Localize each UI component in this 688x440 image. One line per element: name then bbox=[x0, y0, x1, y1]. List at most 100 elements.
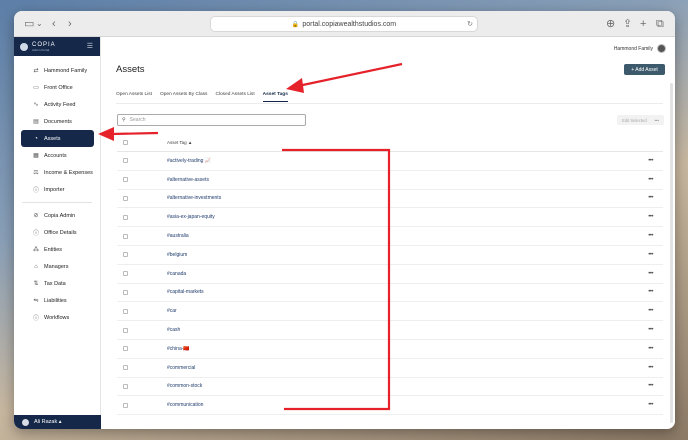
table-row[interactable]: #communication ••• bbox=[117, 396, 663, 416]
table-row[interactable]: #common-stock ••• bbox=[117, 378, 663, 397]
asset-tag-link[interactable]: #actively-trading 📈 bbox=[167, 158, 211, 164]
table-row[interactable]: #asia-ex-japan-equity ••• bbox=[117, 208, 663, 228]
row-menu-icon[interactable]: ••• bbox=[648, 214, 653, 220]
row-checkbox[interactable] bbox=[123, 233, 128, 239]
sidebar-item-importer[interactable]: ⓘ Importer bbox=[21, 181, 94, 198]
forward-icon[interactable]: › bbox=[68, 17, 72, 31]
row-menu-icon[interactable]: ••• bbox=[648, 177, 653, 183]
row-checkbox[interactable] bbox=[123, 214, 128, 220]
download-icon[interactable]: ⊕ bbox=[606, 17, 615, 31]
asset-tag-link[interactable]: #asia-ex-japan-equity bbox=[167, 214, 215, 220]
sidebar-item-workflows[interactable]: ⓘ Workflows bbox=[21, 309, 94, 326]
add-asset-button[interactable]: + Add Asset bbox=[624, 64, 665, 75]
row-menu-icon[interactable]: ••• bbox=[648, 271, 653, 277]
table-row[interactable]: #canada ••• bbox=[117, 265, 663, 284]
asset-tag-link[interactable]: #belgium bbox=[167, 252, 187, 258]
asset-tag-link[interactable]: #car bbox=[167, 308, 177, 314]
row-menu-icon[interactable]: ••• bbox=[648, 327, 653, 333]
row-checkbox[interactable] bbox=[123, 158, 128, 164]
tab-open-assets-by-class[interactable]: Open Assets By Class bbox=[160, 92, 207, 102]
table-row[interactable]: #alternative-assets ••• bbox=[117, 171, 663, 190]
row-menu-icon[interactable]: ••• bbox=[648, 233, 653, 239]
row-checkbox[interactable] bbox=[123, 402, 128, 408]
row-checkbox[interactable] bbox=[123, 383, 128, 389]
back-icon[interactable]: ‹ bbox=[52, 17, 56, 31]
row-menu-icon[interactable]: ••• bbox=[648, 346, 653, 352]
tab-open-assets-list[interactable]: Open Assets List bbox=[116, 92, 152, 102]
row-menu-icon[interactable]: ••• bbox=[648, 308, 653, 314]
chevron-down-icon[interactable]: ⌄ bbox=[36, 17, 43, 31]
more-icon[interactable]: ••• bbox=[655, 118, 659, 123]
row-menu-icon[interactable]: ••• bbox=[648, 383, 653, 389]
scrollbar[interactable] bbox=[670, 83, 673, 423]
table-row[interactable]: #actively-trading 📈 ••• bbox=[117, 152, 663, 171]
row-checkbox[interactable] bbox=[123, 327, 128, 333]
sidebar-item-assets[interactable]: ◔ Assets bbox=[21, 130, 94, 147]
sidebar-item-activity-feed[interactable]: ∿ Activity Feed bbox=[21, 96, 94, 113]
share-icon[interactable]: ⇪ bbox=[623, 17, 632, 31]
table-row[interactable]: #cash ••• bbox=[117, 321, 663, 340]
row-menu-icon[interactable]: ••• bbox=[648, 195, 653, 201]
table-row[interactable]: #australia ••• bbox=[117, 227, 663, 246]
asset-tag-link[interactable]: #cash bbox=[167, 327, 180, 333]
sidebar-item-accounts[interactable]: ▦ Accounts bbox=[21, 147, 94, 164]
row-checkbox[interactable] bbox=[123, 195, 128, 201]
table-row[interactable]: #capital-markets ••• bbox=[117, 284, 663, 303]
tab-closed-assets-list[interactable]: Closed Assets List bbox=[215, 92, 254, 102]
sidebar-item-managers[interactable]: ⌂ Managers bbox=[21, 258, 94, 275]
asset-tag-link[interactable]: #alternative-assets bbox=[167, 177, 209, 183]
select-all-checkbox[interactable] bbox=[123, 140, 128, 145]
reload-icon[interactable]: ↻ bbox=[467, 20, 473, 28]
table-row[interactable]: #belgium ••• bbox=[117, 246, 663, 265]
row-checkbox[interactable] bbox=[123, 177, 128, 183]
asset-tag-link[interactable]: #capital-markets bbox=[167, 289, 204, 295]
asset-tag-link[interactable]: #common-stock bbox=[167, 383, 202, 389]
row-menu-icon[interactable]: ••• bbox=[648, 365, 653, 371]
row-checkbox[interactable] bbox=[123, 252, 128, 258]
table-row[interactable]: #car ••• bbox=[117, 302, 663, 322]
search-icon: ⚲ bbox=[122, 117, 126, 123]
sidebar-item-copia-admin[interactable]: ⊘ Copia Admin bbox=[21, 207, 94, 224]
row-checkbox[interactable] bbox=[123, 289, 128, 295]
table-row[interactable]: #commercial ••• bbox=[117, 359, 663, 378]
row-checkbox[interactable] bbox=[123, 308, 128, 314]
asset-tag-link[interactable]: #commercial bbox=[167, 365, 195, 371]
table-row[interactable]: #alternative-investments ••• bbox=[117, 190, 663, 209]
copia-logo-icon bbox=[20, 42, 28, 51]
new-tab-icon[interactable]: + bbox=[640, 17, 646, 31]
table-row[interactable]: #china-🇨🇳 ••• bbox=[117, 340, 663, 359]
row-checkbox[interactable] bbox=[123, 346, 128, 352]
asset-tag-link[interactable]: #alternative-investments bbox=[167, 195, 221, 201]
row-menu-icon[interactable]: ••• bbox=[648, 252, 653, 258]
sidebar-item-tax-data[interactable]: ⇅ Tax Data bbox=[21, 275, 94, 292]
url-bar[interactable]: 🔒 portal.copiawealthstudios.com ↻ bbox=[210, 16, 478, 32]
sidebar-item-label: Entities bbox=[44, 246, 63, 253]
row-menu-icon[interactable]: ••• bbox=[648, 402, 653, 408]
asset-tag-link[interactable]: #china-🇨🇳 bbox=[167, 346, 190, 352]
sidebar-item-income-expenses[interactable]: ⚖ Income & Expenses bbox=[21, 164, 94, 181]
row-menu-icon[interactable]: ••• bbox=[648, 158, 653, 164]
tabs-icon[interactable]: ⧉ bbox=[656, 17, 664, 31]
sidebar-item-documents[interactable]: ▤ Documents bbox=[21, 113, 94, 130]
edit-selected-button[interactable]: Edit Selected ••• bbox=[617, 115, 664, 125]
asset-tag-link[interactable]: #communication bbox=[167, 402, 203, 408]
sidebar-item-liabilities[interactable]: ⇋ Liabilities bbox=[21, 292, 94, 309]
sidebar-item-front-office[interactable]: ▭ Front Office bbox=[21, 79, 94, 96]
user-menu[interactable]: Ali Razak ▴ bbox=[14, 415, 101, 429]
sidebar-item-entities[interactable]: ⁂ Entities bbox=[21, 241, 94, 258]
asset-tag-link[interactable]: #canada bbox=[167, 271, 186, 277]
office-icon: ▭ bbox=[33, 85, 39, 91]
asset-tag-link[interactable]: #australia bbox=[167, 233, 189, 239]
tab-asset-tags[interactable]: Asset Tags bbox=[262, 92, 288, 102]
row-menu-icon[interactable]: ••• bbox=[648, 289, 653, 295]
sidebar-item-office-details[interactable]: ⓘ Office Details bbox=[21, 224, 94, 241]
menu-collapse-icon[interactable]: ☰ bbox=[87, 42, 93, 50]
row-checkbox[interactable] bbox=[123, 365, 128, 371]
column-header-asset-tag[interactable]: Asset Tag ▲ bbox=[167, 140, 192, 145]
family-switcher[interactable]: Hammond Family bbox=[614, 44, 666, 53]
search-input[interactable]: ⚲ Search bbox=[117, 114, 306, 126]
row-checkbox[interactable] bbox=[123, 271, 128, 277]
sidebar-item-label: Copia Admin bbox=[44, 212, 76, 219]
sidebar-toggle-icon[interactable]: ▭ bbox=[24, 17, 34, 31]
sidebar-item-hammond-family[interactable]: ⇄ Hammond Family bbox=[21, 62, 94, 79]
